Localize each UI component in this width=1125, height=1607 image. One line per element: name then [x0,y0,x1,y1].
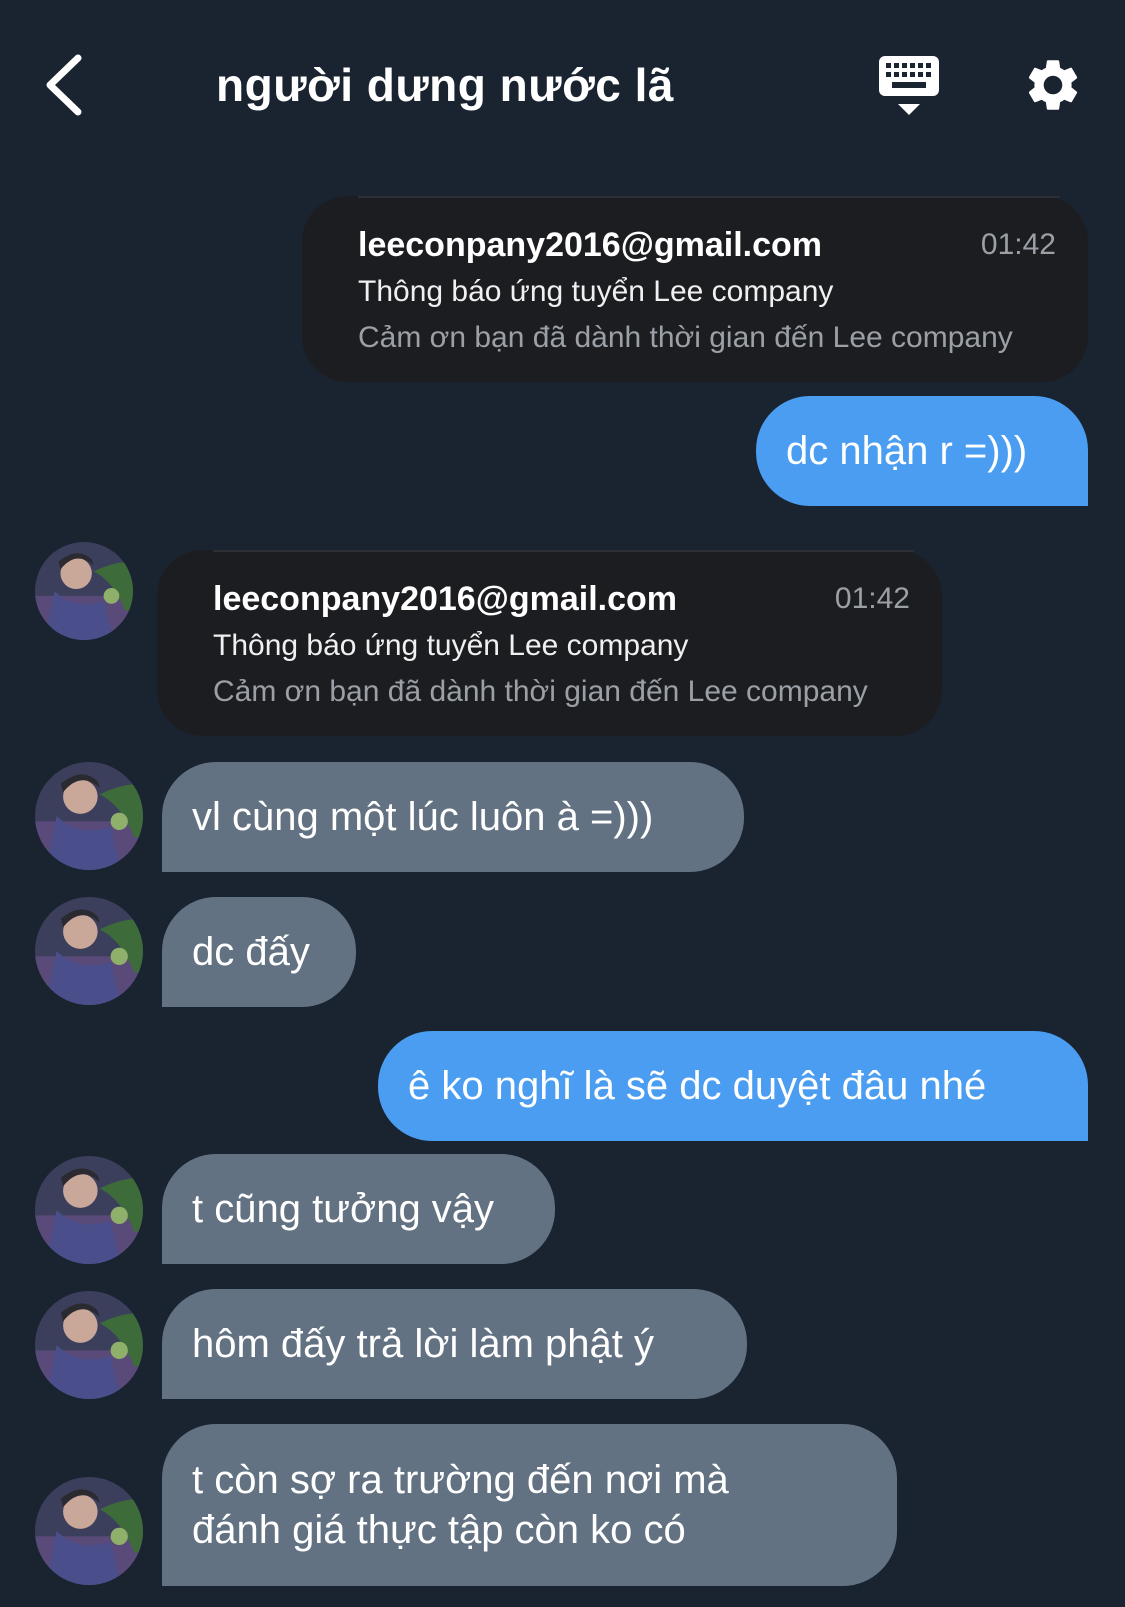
message-text: hôm đấy trả lời làm phật ý [192,1322,654,1366]
message-text: t cũng tưởng vậy [192,1187,495,1231]
email-preview: Cảm ơn bạn đã dành thời gian đến Lee com… [358,321,1013,354]
avatar-image [35,1156,143,1264]
email-card-received[interactable]: leeconpany2016@gmail.com 01:42 Thông báo… [157,550,942,736]
email-card-sent[interactable]: leeconpany2016@gmail.com 01:42 Thông báo… [302,196,1088,382]
avatar[interactable] [35,897,143,1005]
settings-button[interactable] [1022,54,1084,116]
avatar-image [35,1477,143,1585]
keyboard-icon [879,56,939,115]
email-time: 01:42 [980,228,1056,261]
avatar[interactable] [35,762,143,870]
avatar[interactable] [35,1291,143,1399]
avatar-image [35,1291,143,1399]
message-bubble-received[interactable]: hôm đấy trả lời làm phật ý [162,1289,747,1399]
message-bubble-received[interactable]: dc đấy [162,897,356,1007]
avatar[interactable] [35,1156,143,1264]
gear-icon [1028,60,1078,110]
message-text: vl cùng một lúc luôn à =))) [192,795,654,839]
chat-title: người dưng nước lã [216,59,674,111]
message-bubble-received[interactable]: vl cùng một lúc luôn à =))) [162,762,744,872]
email-subject: Thông báo ứng tuyển Lee company [213,629,689,662]
back-button[interactable] [40,52,90,118]
email-subject: Thông báo ứng tuyển Lee company [358,275,834,308]
avatar[interactable] [35,1477,143,1585]
avatar[interactable] [35,542,133,640]
message-text-line: đánh giá thực tập còn ko có [192,1508,686,1552]
message-text: dc nhận r =))) [786,429,1028,473]
message-text-line: t còn sợ ra trường đến nơi mà [192,1458,729,1502]
avatar-image [35,762,143,870]
email-sender: leeconpany2016@gmail.com [213,580,678,618]
email-preview: Cảm ơn bạn đã dành thời gian đến Lee com… [213,675,868,708]
chat-header: người dưng nước lã [0,0,1125,170]
keyboard-toggle-button[interactable] [876,54,942,120]
divider [213,550,914,552]
avatar-image [35,897,143,1005]
message-bubble-received[interactable]: t còn sợ ra trường đến nơi mà đánh giá t… [162,1424,897,1586]
message-bubble-sent[interactable]: dc nhận r =))) [756,396,1088,506]
message-text: dc đấy [192,930,310,974]
avatar-image [35,542,133,640]
email-sender: leeconpany2016@gmail.com [358,226,823,264]
message-bubble-received[interactable]: t cũng tưởng vậy [162,1154,555,1264]
message-text: ê ko nghĩ là sẽ dc duyệt đâu nhé [408,1064,987,1108]
divider [358,196,1060,198]
message-bubble-sent[interactable]: ê ko nghĩ là sẽ dc duyệt đâu nhé [378,1031,1088,1141]
chevron-left-icon [46,54,82,116]
email-time: 01:42 [834,582,910,615]
